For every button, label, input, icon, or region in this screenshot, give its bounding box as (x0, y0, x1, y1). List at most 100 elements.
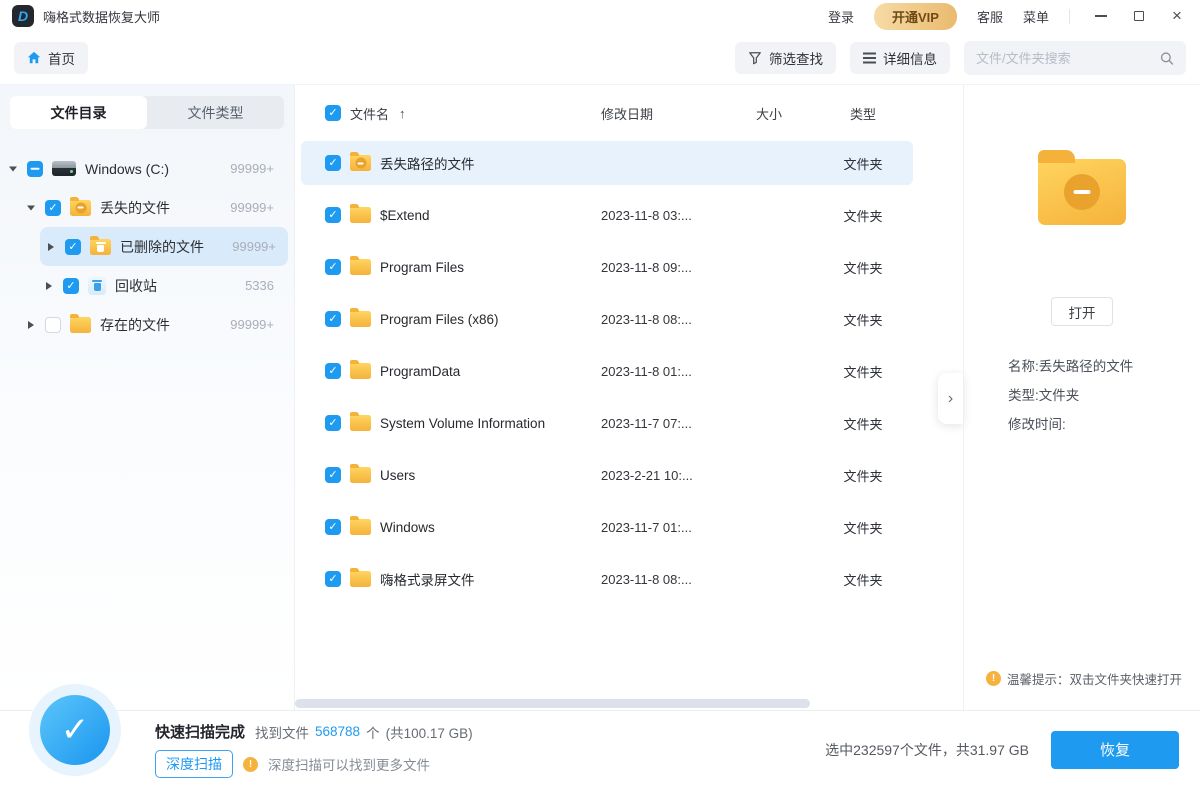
tree-item-icon (52, 161, 76, 176)
column-header-size[interactable]: 大小 (734, 104, 804, 123)
tree-item-label: 存在的文件 (100, 315, 170, 335)
sort-ascending-icon[interactable]: ↑ (399, 106, 406, 121)
file-name: 丢失路径的文件 (380, 153, 576, 173)
scan-status-title: 快速扫描完成 (155, 721, 245, 742)
tree-checkbox[interactable] (63, 278, 79, 294)
tree-checkbox[interactable] (27, 161, 43, 177)
folder-icon (350, 571, 371, 587)
tree-expander-icon[interactable] (26, 320, 36, 330)
warning-icon: ! (986, 671, 1001, 686)
selection-summary: 选中232597个文件，共31.97 GB (825, 740, 1029, 760)
horizontal-scrollbar[interactable] (295, 699, 810, 708)
row-checkbox[interactable] (325, 571, 341, 587)
row-checkbox[interactable] (325, 363, 341, 379)
home-icon (27, 51, 41, 65)
tree-item[interactable]: 丢失的文件 99999+ (0, 188, 294, 227)
login-link[interactable]: 登录 (828, 7, 854, 26)
file-modified-date: 2023-2-21 10:... (585, 468, 725, 483)
support-link[interactable]: 客服 (977, 7, 1003, 26)
sidebar-tab-label: 文件类型 (188, 103, 244, 123)
file-row[interactable]: Users 2023-2-21 10:... 文件夹 (301, 453, 913, 497)
found-files-suffix: 个 (366, 722, 380, 742)
row-checkbox[interactable] (325, 155, 341, 171)
sidebar: 文件目录 文件类型 Windows (C:) 99999+ (0, 85, 295, 710)
search-icon[interactable] (1160, 51, 1174, 66)
tree-item[interactable]: 已删除的文件 99999+ (40, 227, 288, 266)
file-name: System Volume Information (380, 416, 576, 431)
menu-link[interactable]: 菜单 (1023, 7, 1049, 26)
file-row[interactable]: $Extend 2023-11-8 03:... 文件夹 (301, 193, 913, 237)
details-button[interactable]: 详细信息 (850, 42, 950, 74)
toolbar: 首页 筛选查找 详细信息 (0, 32, 1200, 84)
search-box[interactable] (964, 41, 1186, 75)
tree-expander-icon[interactable] (26, 203, 36, 213)
file-modified-date: 2023-11-8 03:... (585, 208, 725, 223)
tree-item-icon (70, 317, 91, 333)
file-row[interactable]: ProgramData 2023-11-8 01:... 文件夹 (301, 349, 913, 393)
file-row[interactable]: Program Files (x86) 2023-11-8 08:... 文件夹 (301, 297, 913, 341)
sidebar-tab[interactable]: 文件类型 (147, 96, 284, 129)
tree-item[interactable]: 回收站 5336 (0, 266, 294, 305)
row-checkbox[interactable] (325, 259, 341, 275)
sidebar-tab[interactable]: 文件目录 (10, 96, 147, 129)
filter-button[interactable]: 筛选查找 (735, 42, 836, 74)
list-header: 文件名 ↑ 修改日期 大小 类型 (301, 85, 913, 141)
tree-checkbox[interactable] (65, 239, 81, 255)
list-icon (863, 57, 876, 59)
row-checkbox[interactable] (325, 311, 341, 327)
tree-checkbox[interactable] (45, 317, 61, 333)
row-checkbox[interactable] (325, 207, 341, 223)
file-name: ProgramData (380, 364, 576, 379)
row-checkbox[interactable] (325, 467, 341, 483)
home-button[interactable]: 首页 (14, 42, 88, 74)
tree-expander-icon[interactable] (46, 242, 56, 252)
tree-item-count: 99999+ (232, 239, 288, 254)
tree-expander-icon[interactable] (8, 164, 18, 174)
file-list-pane: 文件名 ↑ 修改日期 大小 类型 丢失路径的文件 文件夹 (295, 85, 963, 710)
vip-button[interactable]: 开通VIP (874, 3, 957, 30)
tree-item-label: 丢失的文件 (100, 198, 170, 218)
open-button[interactable]: 打开 (1051, 297, 1113, 326)
row-checkbox[interactable] (325, 415, 341, 431)
file-row[interactable]: 嗨格式录屏文件 2023-11-8 08:... 文件夹 (301, 557, 913, 601)
maximize-button[interactable] (1132, 9, 1146, 23)
select-all-checkbox[interactable] (325, 105, 341, 121)
details-button-label: 详细信息 (883, 48, 937, 68)
file-row[interactable]: Windows 2023-11-7 01:... 文件夹 (301, 505, 913, 549)
file-row[interactable]: Program Files 2023-11-8 09:... 文件夹 (301, 245, 913, 289)
file-type: 文件夹 (813, 414, 913, 433)
tree-checkbox[interactable] (45, 200, 61, 216)
file-type: 文件夹 (813, 310, 913, 329)
deep-scan-button[interactable]: 深度扫描 (155, 750, 233, 778)
found-files-prefix: 找到文件 (255, 722, 309, 742)
panel-collapse-handle[interactable]: › (938, 373, 963, 424)
warning-icon: ! (243, 757, 258, 772)
titlebar-divider (1069, 9, 1070, 24)
file-type: 文件夹 (813, 258, 913, 277)
column-header-date[interactable]: 修改日期 (585, 104, 725, 123)
file-modified-date: 2023-11-8 08:... (585, 572, 725, 587)
file-row[interactable]: 丢失路径的文件 文件夹 (301, 141, 913, 185)
app-logo-icon: D (12, 5, 34, 27)
row-checkbox[interactable] (325, 519, 341, 535)
deep-scan-tip: 深度扫描可以找到更多文件 (268, 754, 430, 774)
file-row[interactable]: System Volume Information 2023-11-7 07:.… (301, 401, 913, 445)
tree-item-label: 已删除的文件 (120, 237, 204, 257)
folder-icon (350, 415, 371, 431)
tree-expander-icon[interactable] (44, 281, 54, 291)
file-name: Users (380, 468, 576, 483)
tree-item[interactable]: 存在的文件 99999+ (0, 305, 294, 344)
tree-item[interactable]: Windows (C:) 99999+ (0, 149, 294, 188)
search-input[interactable] (976, 51, 1152, 66)
column-header-name[interactable]: 文件名 (350, 104, 389, 123)
file-name: Windows (380, 520, 576, 535)
filter-funnel-icon (748, 51, 762, 65)
minimize-button[interactable] (1094, 9, 1108, 23)
app-title: 嗨格式数据恢复大师 (43, 7, 160, 26)
recover-button[interactable]: 恢复 (1051, 731, 1179, 769)
file-type: 文件夹 (813, 362, 913, 381)
close-button[interactable]: × (1170, 9, 1184, 23)
file-name: Program Files (380, 260, 576, 275)
tree-item-icon (70, 200, 91, 216)
column-header-type[interactable]: 类型 (813, 104, 913, 123)
